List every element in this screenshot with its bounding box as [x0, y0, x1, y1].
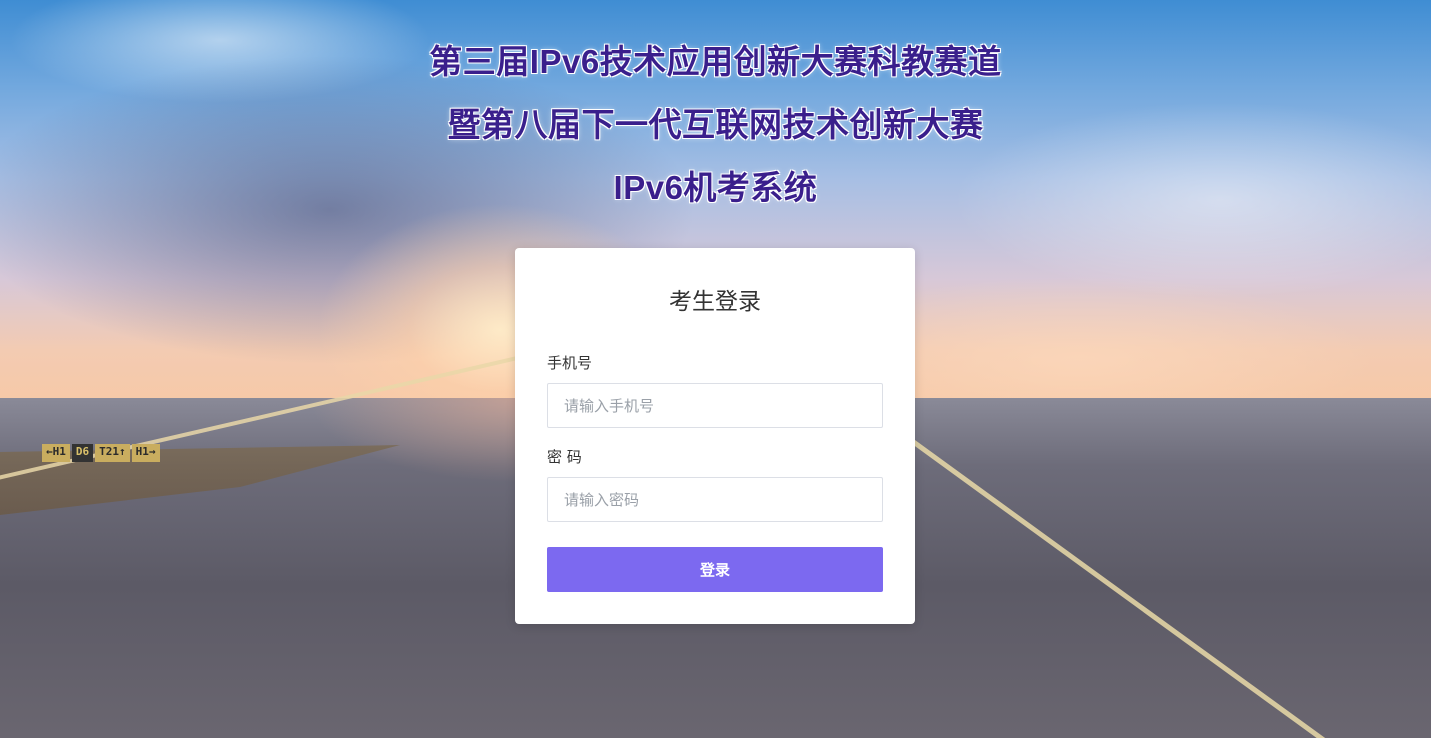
title-line-2: 暨第八届下一代互联网技术创新大赛 [447, 106, 984, 143]
password-label: 密 码 [547, 448, 582, 466]
page-title: 第三届IPv6技术应用创新大赛科教赛道 暨第八届下一代互联网技术创新大赛 IPv… [0, 30, 1431, 219]
runway-sign: ←H1 D6 T21↑ H1→ [42, 444, 160, 462]
login-card: 考生登录 手机号 密 码 登录 [515, 248, 915, 624]
phone-input[interactable] [547, 383, 883, 428]
runway-sign-panel: T21↑ [95, 444, 130, 462]
title-line-3: IPv6机考系统 [613, 169, 818, 206]
login-button[interactable]: 登录 [547, 547, 883, 592]
runway-sign-panel: H1→ [131, 444, 160, 462]
runway-sign-panel: D6 [71, 444, 94, 462]
phone-label: 手机号 [547, 354, 593, 372]
password-input[interactable] [547, 477, 883, 522]
title-line-1: 第三届IPv6技术应用创新大赛科教赛道 [429, 43, 1002, 80]
login-title: 考生登录 [669, 289, 761, 315]
runway-sign-panel: ←H1 [42, 444, 70, 462]
